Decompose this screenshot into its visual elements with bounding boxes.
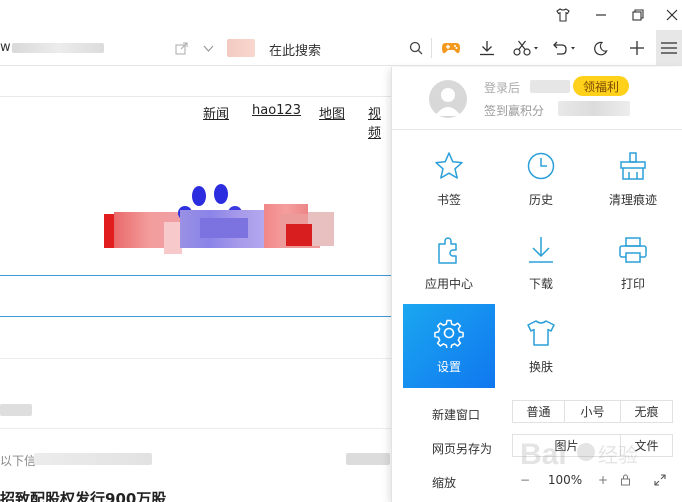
address-bar[interactable]: w — [0, 40, 11, 55]
address-toolbar: w 在此搜索 — [0, 30, 682, 66]
moon-icon — [593, 41, 608, 55]
option-label: 小号 — [580, 405, 605, 419]
blurred-text — [0, 404, 32, 416]
welfare-badge-label: 领福利 — [582, 79, 619, 94]
watermark-logo: Bai 经验 — [520, 430, 670, 476]
menu-item-label: 应用中心 — [424, 277, 473, 291]
zoom-label: 缩放 — [432, 476, 457, 490]
menu-icon — [661, 42, 677, 54]
search-button[interactable] — [407, 30, 425, 66]
svg-text:Bai: Bai — [520, 438, 567, 471]
nav-link-hao123[interactable]: hao123 — [252, 103, 301, 118]
search-input[interactable]: 在此搜索 — [269, 40, 321, 59]
menu-item-label: 设置 — [436, 360, 461, 374]
feed-headline[interactable]: 招致配股权发行900万股 — [0, 488, 166, 502]
feed-snippet: 以下信 — [0, 454, 37, 468]
blurred-url — [12, 43, 104, 53]
skin-button[interactable] — [543, 0, 583, 30]
close-button[interactable] — [652, 0, 682, 30]
avatar[interactable] — [429, 80, 467, 118]
new-window-normal-button[interactable]: 普通 — [512, 400, 565, 423]
search-logo — [104, 184, 336, 258]
game-icon — [442, 43, 460, 54]
menu-item-app-center[interactable]: 应用中心 — [403, 221, 495, 305]
nav-link-news[interactable]: 新闻 — [203, 103, 229, 122]
screenshot-button[interactable] — [510, 30, 542, 66]
blurred-text — [558, 101, 630, 116]
minimize-icon — [596, 14, 606, 16]
shirt-icon — [527, 320, 555, 346]
share-icon — [175, 42, 187, 54]
new-window-incognito-button[interactable]: 无痕 — [620, 400, 673, 423]
chevron-down-icon — [203, 45, 213, 52]
game-button[interactable] — [439, 30, 463, 66]
menu-item-clear-traces[interactable]: 清理痕迹 — [587, 137, 679, 221]
save-page-as-label: 网页另存为 — [432, 442, 493, 456]
search-engine-logo[interactable] — [227, 39, 255, 57]
gear-icon — [434, 319, 464, 348]
page-divider — [0, 96, 392, 97]
welfare-badge[interactable]: 领福利 — [573, 76, 629, 96]
download-toolbar-button[interactable] — [477, 30, 497, 66]
address-dropdown[interactable] — [199, 30, 217, 66]
option-label: 无痕 — [634, 405, 659, 419]
browser-menu: 登录后 领福利 签到赢积分 书签 历史 清理痕迹 应用中心 下载 打印 设置 换… — [391, 67, 682, 502]
star-icon — [435, 152, 463, 179]
undo-button[interactable] — [548, 30, 580, 66]
share-button[interactable] — [172, 30, 190, 66]
nav-link-map[interactable]: 地图 — [319, 103, 345, 122]
menu-item-label: 清理痕迹 — [608, 193, 657, 207]
svg-text:经验: 经验 — [598, 444, 638, 467]
minimize-button[interactable] — [581, 0, 621, 30]
menu-item-print[interactable]: 打印 — [587, 221, 679, 305]
user-header[interactable]: 登录后 领福利 签到赢积分 — [392, 67, 682, 130]
blurred-text — [346, 453, 390, 465]
user-name: 登录后 — [484, 81, 521, 95]
tshirt-icon — [556, 8, 570, 22]
restore-icon — [632, 9, 644, 21]
menu-item-history[interactable]: 历史 — [495, 137, 587, 221]
menu-item-label: 换肤 — [528, 360, 553, 374]
new-window-small-button[interactable]: 小号 — [564, 400, 621, 423]
title-bar — [0, 0, 682, 30]
feed-divider — [0, 358, 392, 359]
blurred-text — [530, 80, 570, 93]
search-box-top — [0, 275, 392, 276]
clock-icon — [527, 152, 555, 180]
blurred-text — [34, 453, 152, 465]
menu-button[interactable] — [656, 30, 682, 66]
close-icon — [666, 9, 678, 21]
toolbar-divider — [431, 38, 432, 58]
user-icon — [435, 88, 461, 116]
checkin-text[interactable]: 签到赢积分 — [484, 102, 544, 119]
night-mode-button[interactable] — [589, 30, 611, 66]
menu-item-label: 下载 — [528, 277, 553, 291]
download-icon — [529, 237, 553, 263]
menu-item-downloads[interactable]: 下载 — [495, 221, 587, 305]
scissors-icon — [513, 40, 538, 56]
search-icon — [409, 41, 423, 55]
menu-item-settings[interactable]: 设置 — [403, 304, 495, 388]
search-box-bottom[interactable] — [0, 316, 392, 317]
menu-item-bookmarks[interactable]: 书签 — [403, 137, 495, 221]
feed-divider-2 — [0, 428, 392, 429]
menu-item-label: 书签 — [436, 193, 461, 207]
puzzle-icon — [438, 237, 457, 264]
menu-item-label: 打印 — [620, 277, 645, 291]
undo-icon — [553, 41, 575, 55]
new-window-label: 新建窗口 — [432, 408, 481, 422]
option-label: 普通 — [526, 405, 551, 419]
printer-icon — [619, 237, 647, 263]
nav-link-video[interactable]: 视频 — [368, 103, 392, 141]
plus-icon — [630, 41, 644, 55]
download-icon — [480, 41, 494, 56]
web-page: 新闻 hao123 地图 视频 以下信 招致配股权发行900万股 — [0, 67, 392, 502]
broom-icon — [620, 152, 646, 180]
menu-item-skin[interactable]: 换肤 — [495, 304, 587, 388]
new-tab-button[interactable] — [625, 30, 649, 66]
menu-item-label: 历史 — [528, 193, 553, 207]
